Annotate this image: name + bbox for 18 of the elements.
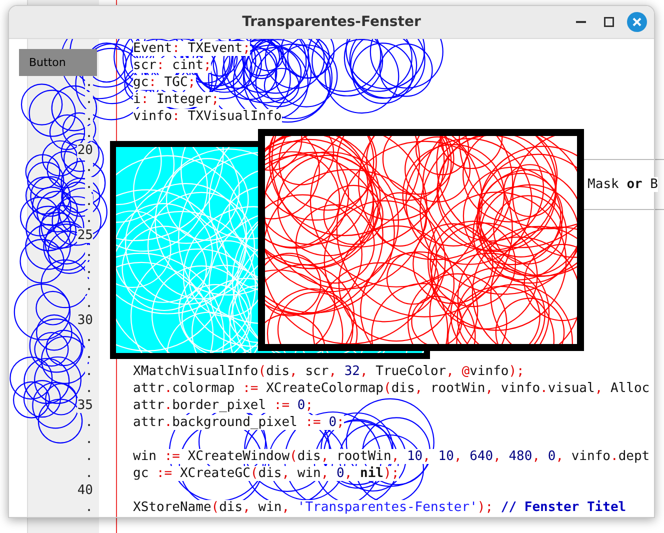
line-number: . bbox=[85, 262, 93, 277]
line-number: . bbox=[85, 347, 93, 362]
close-button[interactable] bbox=[626, 11, 648, 33]
line-number: . bbox=[85, 279, 93, 294]
window-title: Transparentes-Fenster bbox=[242, 14, 421, 30]
line-number: . bbox=[85, 245, 93, 260]
line-number: 20 bbox=[77, 143, 93, 158]
minimize-icon bbox=[576, 21, 586, 23]
line-number: 35 bbox=[77, 398, 93, 413]
line-number: . bbox=[85, 75, 93, 90]
line-number: . bbox=[85, 109, 93, 124]
window-button[interactable]: Button bbox=[19, 49, 97, 76]
line-number: . bbox=[85, 194, 93, 209]
line-number: . bbox=[85, 177, 93, 192]
maximize-icon bbox=[604, 17, 614, 27]
close-icon bbox=[627, 12, 647, 32]
line-number: 25 bbox=[77, 228, 93, 243]
line-number: . bbox=[85, 126, 93, 141]
